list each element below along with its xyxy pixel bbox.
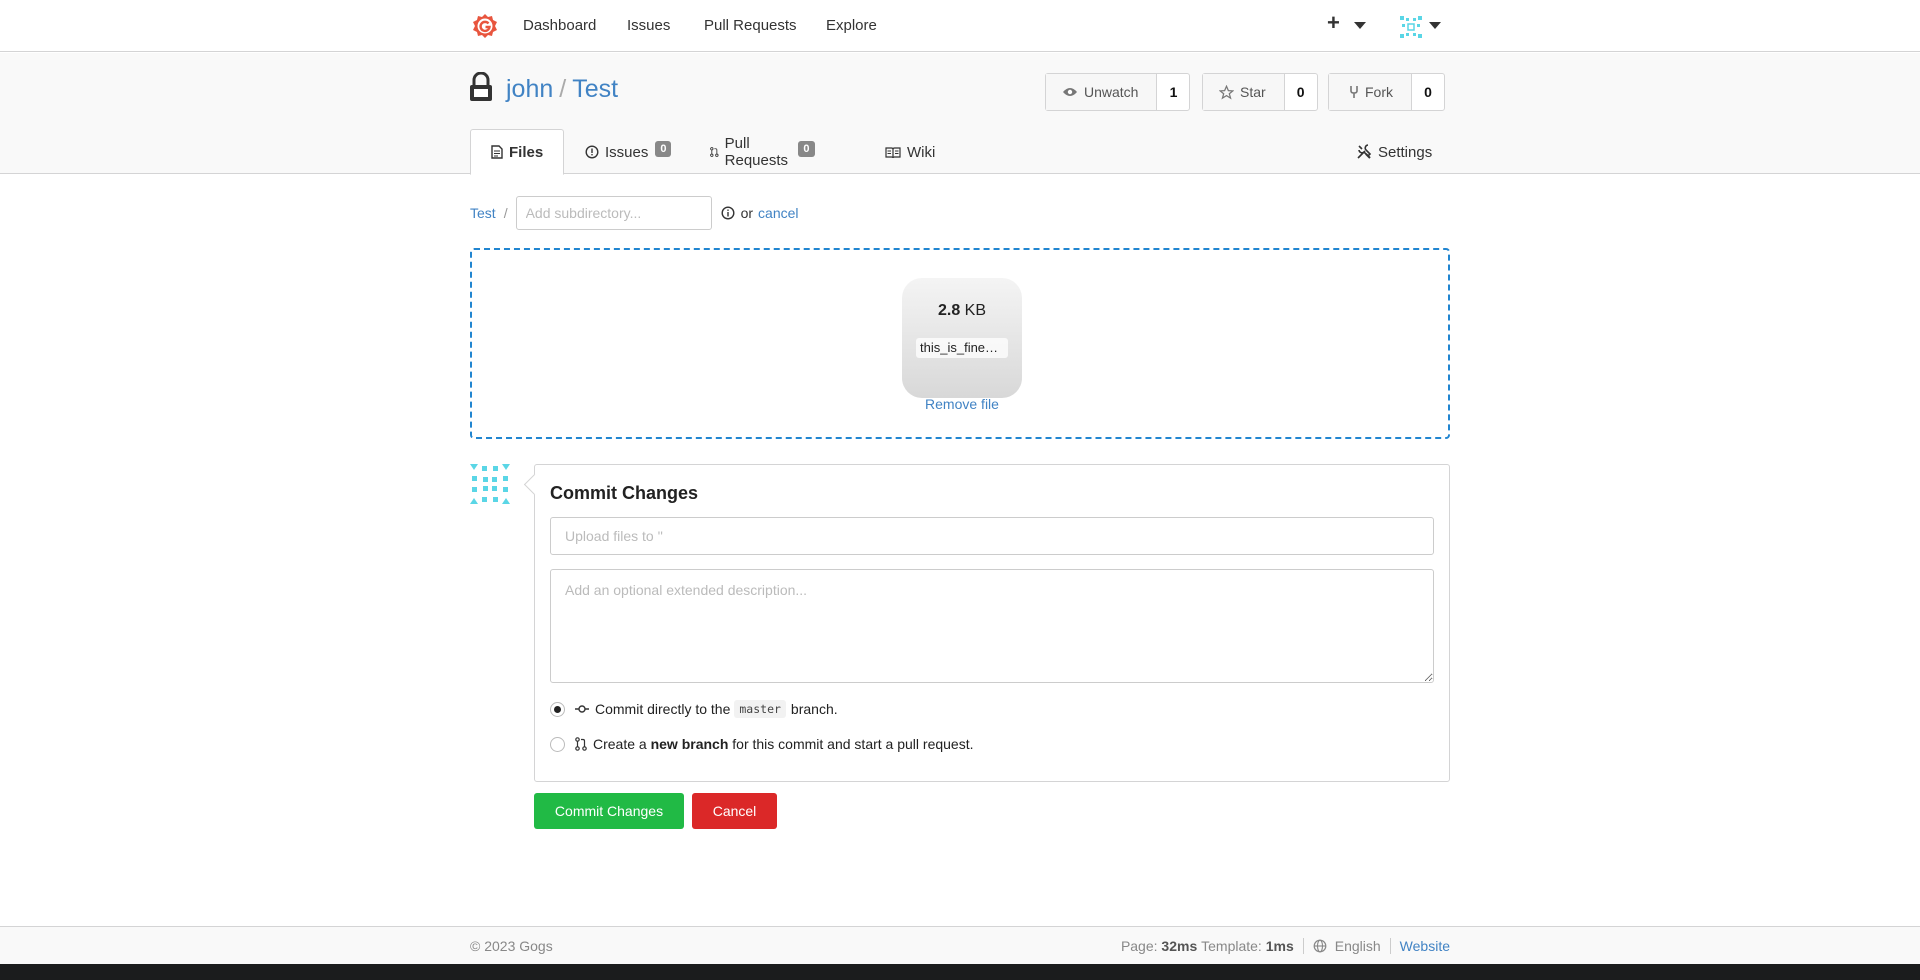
tab-wiki-label: Wiki	[907, 143, 936, 161]
fork-label: Fork	[1365, 84, 1393, 100]
tab-issues-label: Issues	[605, 143, 649, 161]
tab-settings[interactable]: Settings	[1356, 129, 1432, 175]
footer: © 2023 Gogs Page: 32ms Template: 1ms Eng…	[0, 926, 1920, 964]
new-branch-bold: new branch	[650, 736, 729, 752]
path-root-link[interactable]: Test	[470, 205, 496, 221]
committer-avatar	[470, 464, 510, 507]
bottom-bar	[0, 964, 1920, 980]
private-lock-icon	[469, 71, 493, 105]
unwatch-label: Unwatch	[1084, 84, 1139, 100]
uploaded-file-preview: 2.8 KB this_is_fine_dog.png	[902, 278, 1022, 398]
commit-changes-button[interactable]: Commit Changes	[534, 793, 684, 829]
tab-files-label: Files	[509, 143, 544, 161]
upload-path-breadcrumb: Test / or cancel	[470, 196, 799, 230]
footer-divider	[1389, 938, 1391, 954]
stars-count[interactable]: 0	[1285, 74, 1317, 110]
eye-icon	[1063, 88, 1077, 96]
book-icon	[885, 146, 901, 158]
git-commit-icon	[575, 705, 589, 713]
footer-stats: Page: 32ms Template: 1ms English Website	[1121, 938, 1450, 954]
commit-form: Commit Changes Commit directly to the ma…	[534, 464, 1450, 782]
language-selector[interactable]: English	[1335, 938, 1381, 954]
tab-pull-requests[interactable]: Pull Requests 0	[710, 129, 815, 175]
star-icon	[1219, 84, 1234, 100]
file-size: 2.8 KB	[902, 302, 1022, 320]
repo-name-link[interactable]: Test	[572, 75, 618, 103]
pulls-count-badge: 0	[798, 141, 815, 157]
user-avatar[interactable]	[1400, 16, 1422, 41]
git-pull-request-icon	[575, 737, 587, 751]
new-branch-prefix: Create a	[593, 736, 647, 752]
git-pull-request-icon	[710, 147, 719, 157]
path-separator: /	[503, 205, 508, 221]
repo-title-separator: /	[559, 75, 567, 103]
commit-new-branch-option[interactable]: Create a new branch for this commit and …	[550, 736, 974, 752]
template-time-label: Template:	[1201, 938, 1262, 954]
globe-icon	[1313, 939, 1327, 953]
watch-button-group: Unwatch 1	[1045, 73, 1191, 111]
star-button-group: Star 0	[1202, 73, 1318, 111]
commit-summary-input[interactable]	[550, 517, 1434, 555]
issue-opened-icon	[585, 145, 599, 159]
star-button[interactable]: Star	[1203, 74, 1285, 110]
page-time-value: 32ms	[1161, 938, 1198, 954]
commit-direct-option[interactable]: Commit directly to the master branch.	[550, 700, 838, 718]
commit-direct-prefix: Commit directly to the	[595, 701, 731, 717]
commit-direct-suffix: branch.	[790, 701, 838, 717]
user-menu-caret-icon[interactable]	[1429, 22, 1441, 29]
commit-new-branch-radio[interactable]	[550, 736, 565, 752]
branch-name-badge: master	[734, 700, 786, 718]
nav-explore[interactable]: Explore	[826, 17, 877, 34]
nav-pull-requests[interactable]: Pull Requests	[704, 17, 797, 34]
file-size-unit: KB	[964, 302, 987, 319]
create-new-plus-icon[interactable]: +	[1327, 10, 1340, 36]
file-name: this_is_fine_dog.png	[916, 338, 1008, 358]
top-navbar: Dashboard Issues Pull Requests Explore +	[0, 0, 1920, 52]
nav-issues[interactable]: Issues	[627, 17, 670, 34]
footer-divider	[1302, 938, 1304, 954]
issues-count-badge: 0	[655, 141, 672, 157]
commit-heading: Commit Changes	[550, 483, 699, 503]
file-text-icon	[491, 145, 503, 159]
nav-dashboard[interactable]: Dashboard	[523, 17, 596, 34]
tools-icon	[1357, 144, 1372, 159]
repo-title: john / Test	[506, 75, 618, 104]
commit-description-textarea[interactable]	[550, 569, 1434, 683]
watchers-count[interactable]: 1	[1157, 74, 1189, 110]
file-dropzone[interactable]: 2.8 KB this_is_fine_dog.png Remove file	[470, 248, 1450, 439]
commit-direct-radio[interactable]	[550, 701, 565, 717]
cancel-path-link[interactable]: cancel	[758, 205, 798, 221]
tab-wiki[interactable]: Wiki	[885, 129, 935, 175]
cancel-button[interactable]: Cancel	[692, 793, 777, 829]
footer-copyright: © 2023 Gogs	[470, 938, 553, 954]
tab-settings-label: Settings	[1378, 143, 1433, 161]
subdirectory-input[interactable]	[515, 196, 712, 230]
tab-pull-requests-label: Pull Requests	[724, 135, 789, 169]
tab-files[interactable]: Files	[470, 129, 565, 175]
info-icon[interactable]	[721, 206, 735, 220]
gogs-logo-icon[interactable]	[472, 13, 498, 42]
unwatch-button[interactable]: Unwatch	[1046, 74, 1158, 110]
forks-count[interactable]: 0	[1412, 74, 1444, 110]
fork-button[interactable]: Fork	[1329, 74, 1412, 110]
star-label: Star	[1240, 84, 1266, 100]
repo-owner-link[interactable]: john	[506, 75, 553, 103]
or-text: or	[740, 205, 754, 221]
fork-icon	[1350, 86, 1358, 98]
page-time-label: Page:	[1120, 938, 1158, 954]
tab-issues[interactable]: Issues 0	[585, 129, 672, 175]
template-time-value: 1ms	[1265, 938, 1294, 954]
fork-button-group: Fork 0	[1328, 73, 1445, 111]
file-size-value: 2.8	[937, 302, 961, 319]
website-link[interactable]: Website	[1400, 938, 1450, 954]
repo-header: john / Test Unwatch 1 Star 0 Fork 0 Files …	[0, 53, 1920, 175]
new-branch-suffix: for this commit and start a pull request…	[732, 736, 974, 752]
remove-file-link[interactable]: Remove file	[902, 396, 1022, 412]
create-menu-caret-icon[interactable]	[1354, 22, 1366, 29]
